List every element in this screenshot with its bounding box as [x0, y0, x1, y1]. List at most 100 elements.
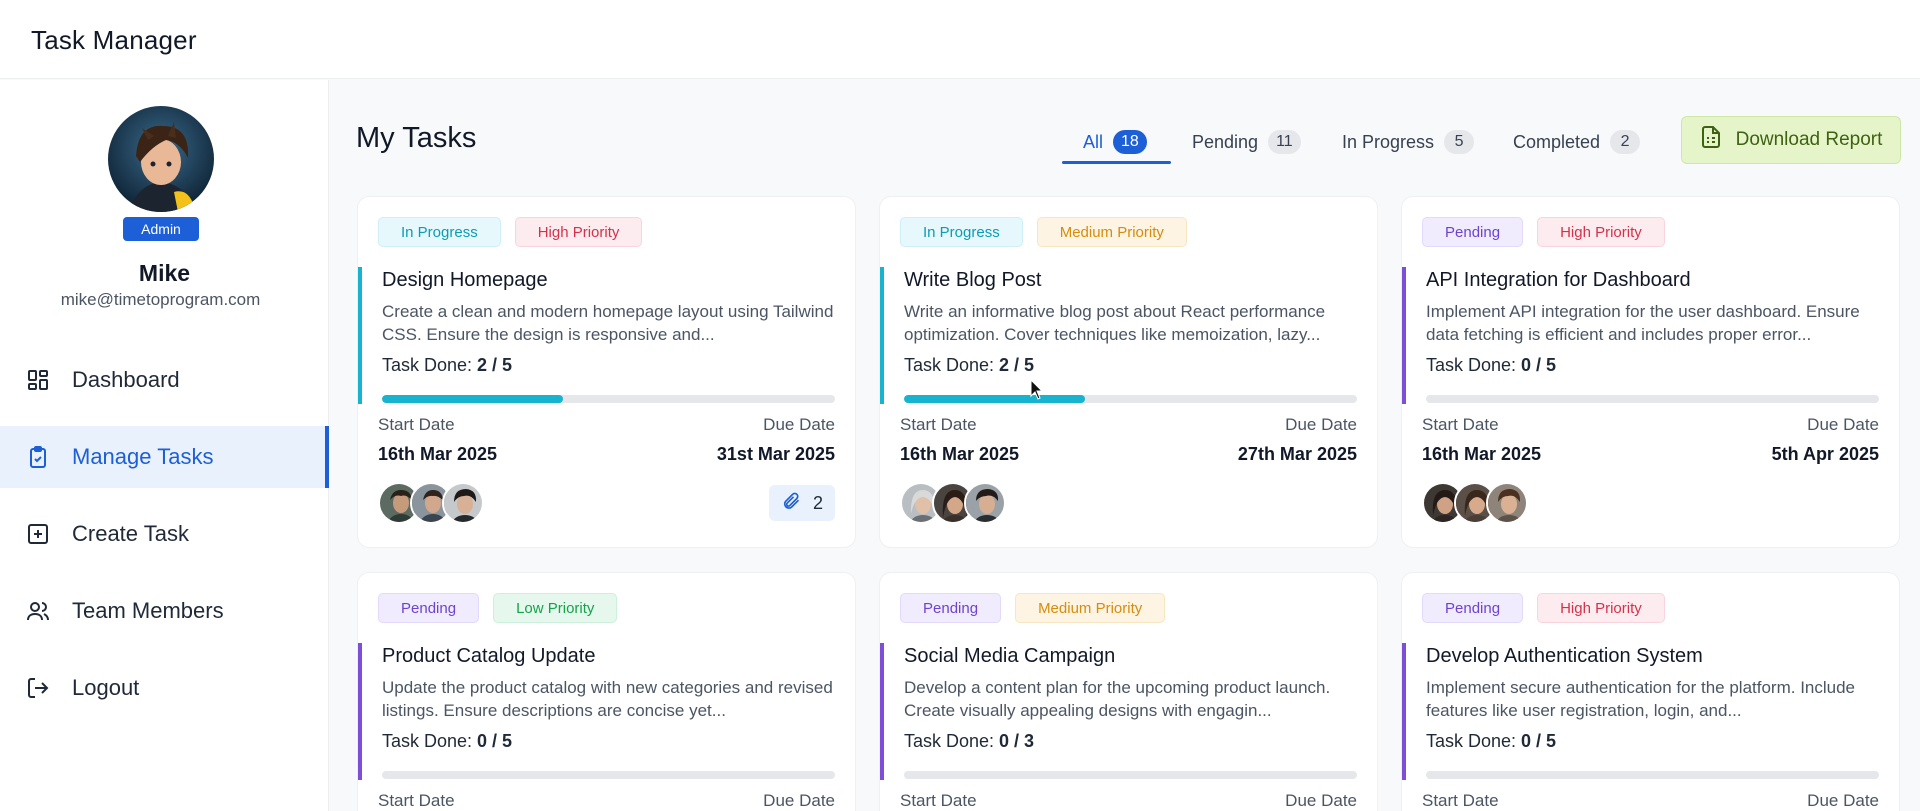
nav-item-dashboard[interactable]: Dashboard	[0, 349, 329, 411]
tab-count: 11	[1268, 130, 1301, 154]
task-description: Create a clean and modern homepage layou…	[382, 302, 834, 344]
active-tab-indicator	[1062, 161, 1171, 164]
dashboard-icon	[26, 368, 50, 392]
start-date: Start Date 16th Mar 2025	[900, 415, 1019, 465]
priority-badge: Medium Priority	[1036, 217, 1187, 247]
nav-item-create-task[interactable]: Create Task	[0, 503, 329, 565]
attachment-count[interactable]: 2	[768, 485, 835, 521]
user-email: mike@timetoprogram.com	[60, 290, 261, 309]
download-label: Download Report	[1735, 129, 1883, 150]
task-card[interactable]: In Progress High Priority Design Homepag…	[357, 196, 856, 548]
tab-all[interactable]: All 18	[1083, 122, 1147, 162]
tab-count: 2	[1610, 130, 1641, 154]
task-title: Product Catalog Update	[382, 645, 596, 667]
task-card[interactable]: Pending Medium Priority Social Media Cam…	[879, 572, 1378, 811]
task-title: Write Blog Post	[904, 269, 1042, 291]
due-date-label: Due Date	[1807, 791, 1879, 810]
due-date: Due Date 31st Mar 2025	[717, 415, 835, 465]
assignee-avatars	[378, 482, 484, 524]
user-avatar[interactable]	[108, 106, 214, 212]
file-report-icon	[1700, 125, 1722, 155]
task-done-value: 0 / 3	[999, 731, 1035, 751]
download-report-button[interactable]: Download Report	[1681, 116, 1901, 164]
task-description: Write an informative blog post about Rea…	[904, 302, 1326, 344]
due-date-label: Due Date	[763, 415, 835, 434]
due-date-label: Due Date	[1807, 415, 1879, 434]
priority-badge: High Priority	[1537, 217, 1665, 247]
start-date-label: Start Date	[900, 415, 977, 434]
progress-bar	[1426, 395, 1879, 403]
start-date: Start Date	[378, 791, 455, 811]
tab-pending[interactable]: Pending 11	[1192, 122, 1301, 162]
paperclip-icon	[781, 491, 801, 516]
priority-badge: Medium Priority	[1015, 593, 1166, 623]
priority-badge: Low Priority	[493, 593, 618, 623]
task-done-label: Task Done:	[1426, 731, 1522, 751]
users-icon	[26, 599, 50, 623]
task-done: Task Done: 0 / 5	[382, 731, 835, 752]
task-done-value: 0 / 5	[477, 731, 513, 751]
task-done-label: Task Done:	[1426, 355, 1522, 375]
task-card[interactable]: In Progress Medium Priority Write Blog P…	[879, 196, 1378, 548]
task-done: Task Done: 0 / 5	[1426, 355, 1879, 376]
nav-label: Create Task	[72, 521, 189, 546]
avatar	[1486, 482, 1528, 524]
status-badge: In Progress	[900, 217, 1023, 247]
progress-fill	[382, 395, 564, 403]
tab-in-progress[interactable]: In Progress 5	[1342, 122, 1475, 162]
start-date-label: Start Date	[1422, 791, 1499, 810]
start-date: Start Date	[1422, 791, 1499, 811]
task-description: Implement secure authentication for the …	[1426, 678, 1856, 720]
task-done-value: 2 / 5	[999, 355, 1035, 375]
nav-item-logout[interactable]: Logout	[0, 657, 329, 719]
nav-label: Logout	[72, 675, 140, 700]
due-date: Due Date 27th Mar 2025	[1238, 415, 1357, 465]
progress-bar	[1426, 771, 1879, 779]
clipboard-check-icon	[26, 445, 50, 469]
task-description: Develop a content plan for the upcoming …	[904, 678, 1331, 720]
status-accent-bar	[880, 643, 884, 780]
status-accent-bar	[358, 267, 362, 404]
role-badge: Admin	[123, 217, 199, 241]
task-done: Task Done: 2 / 5	[904, 355, 1357, 376]
tab-label: Pending	[1192, 131, 1259, 152]
task-done-value: 0 / 5	[1521, 355, 1557, 375]
tab-label: Completed	[1513, 131, 1601, 152]
task-card[interactable]: Pending Low Priority Product Catalog Upd…	[357, 572, 856, 811]
top-bar: Task Manager	[0, 0, 1920, 79]
task-done-label: Task Done:	[904, 731, 1000, 751]
app-title: Task Manager	[31, 25, 197, 55]
task-done-label: Task Done:	[382, 731, 478, 751]
task-title: Design Homepage	[382, 269, 548, 291]
plus-square-icon	[26, 522, 50, 546]
start-date: Start Date	[900, 791, 977, 811]
tab-completed[interactable]: Completed 2	[1513, 122, 1641, 162]
tab-count: 18	[1113, 130, 1147, 154]
task-description: Implement API integration for the user d…	[1426, 302, 1860, 344]
start-date: Start Date 16th Mar 2025	[1422, 415, 1541, 465]
task-card[interactable]: Pending High Priority Develop Authentica…	[1401, 572, 1900, 811]
task-done-value: 2 / 5	[477, 355, 513, 375]
assignee-avatars	[1422, 482, 1528, 524]
due-date: Due Date 5th Apr 2025	[1772, 415, 1879, 465]
due-date: Due Date	[1285, 791, 1357, 811]
due-date-value: 27th Mar 2025	[1237, 444, 1357, 464]
start-date-label: Start Date	[1422, 415, 1499, 434]
logout-icon	[26, 676, 50, 700]
task-done-label: Task Done:	[382, 355, 478, 375]
task-title: API Integration for Dashboard	[1426, 269, 1691, 291]
nav-label: Manage Tasks	[72, 444, 214, 469]
nav-item-team-members[interactable]: Team Members	[0, 580, 329, 642]
status-accent-bar	[1402, 643, 1406, 780]
progress-bar	[904, 395, 1357, 403]
start-date-label: Start Date	[378, 791, 455, 810]
due-date-label: Due Date	[1285, 791, 1357, 810]
task-title: Develop Authentication System	[1426, 645, 1703, 667]
start-date-value: 16th Mar 2025	[378, 444, 498, 464]
start-date-value: 16th Mar 2025	[1422, 444, 1542, 464]
task-card[interactable]: Pending High Priority API Integration fo…	[1401, 196, 1900, 548]
nav-item-manage-tasks[interactable]: Manage Tasks	[0, 426, 329, 488]
tab-count: 5	[1444, 130, 1475, 154]
attachment-number: 2	[812, 492, 823, 513]
priority-badge: High Priority	[1537, 593, 1665, 623]
